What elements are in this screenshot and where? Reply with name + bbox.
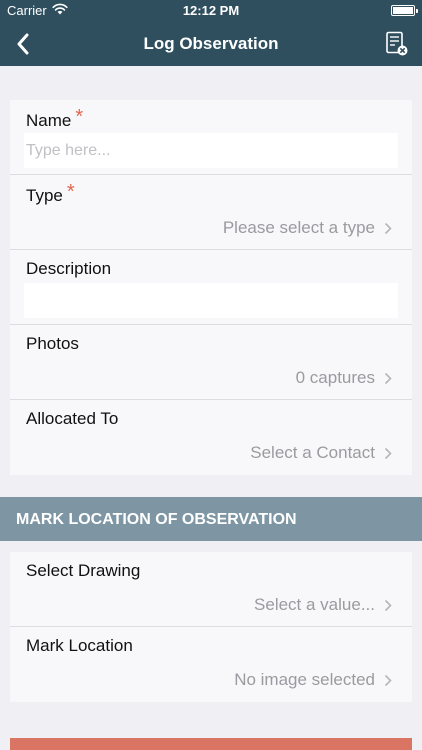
mark-location-selector[interactable]: No image selected [234,670,392,690]
back-button[interactable] [6,26,40,62]
drawing-value: Select a value... [254,595,375,614]
name-row: Name * [10,100,412,175]
name-label-text: Name [26,111,72,130]
back-chevron-icon [17,33,29,55]
battery-icon [391,5,418,16]
clock: 12:12 PM [182,3,240,18]
photos-label: Photos [26,334,79,353]
location-section-header: MARK LOCATION OF OBSERVATION [0,497,422,541]
nav-bar: Log Observation [0,22,422,66]
allocated-to-row[interactable]: Allocated To Select a Contact [10,400,412,475]
type-selector[interactable]: Please select a type [223,218,392,238]
page-title: Log Observation [143,34,279,53]
status-bar: Carrier 12:12 PM [0,0,422,22]
chevron-right-icon [384,674,392,686]
chevron-right-icon [384,372,392,384]
clear-form-icon [386,31,408,56]
select-drawing-row[interactable]: Select Drawing Select a value... [10,552,412,627]
type-label: Type * [26,181,75,207]
type-value: Please select a type [222,218,375,237]
location-card: Select Drawing Select a value... Mark Lo… [10,552,412,702]
required-marker: * [75,106,84,128]
photos-value: 0 captures [295,368,375,387]
chevron-right-icon [384,447,392,459]
submit-button[interactable] [10,738,412,750]
type-row[interactable]: Type * Please select a type [10,175,412,250]
chevron-right-icon [384,222,392,234]
name-label: Name * [26,106,84,132]
description-input[interactable] [24,283,398,318]
top-bar: Carrier 12:12 PM Log Observation [0,0,422,66]
chevron-right-icon [384,599,392,611]
description-row: Description [10,250,412,325]
drawing-selector[interactable]: Select a value... [254,595,392,615]
observation-details-card: Name* Type* Please select a type Descrip… [10,100,412,475]
contact-selector[interactable]: Select a Contact [250,443,392,463]
mark-location-row[interactable]: Mark Location No image selected [10,627,412,702]
type-label-text: Type [26,186,63,205]
name-input[interactable] [24,133,398,168]
allocated-to-value: Select a Contact [250,443,375,462]
description-label: Description [26,259,112,278]
mark-location-label: Mark Location [26,636,133,655]
mark-location-value: No image selected [234,670,375,689]
clear-form-button[interactable] [384,30,410,58]
photos-selector[interactable]: 0 captures [296,368,392,388]
photos-row[interactable]: Photos 0 captures [10,325,412,400]
allocated-to-label: Allocated To [26,409,119,428]
select-drawing-label: Select Drawing [26,561,141,580]
required-marker: * [66,181,75,203]
